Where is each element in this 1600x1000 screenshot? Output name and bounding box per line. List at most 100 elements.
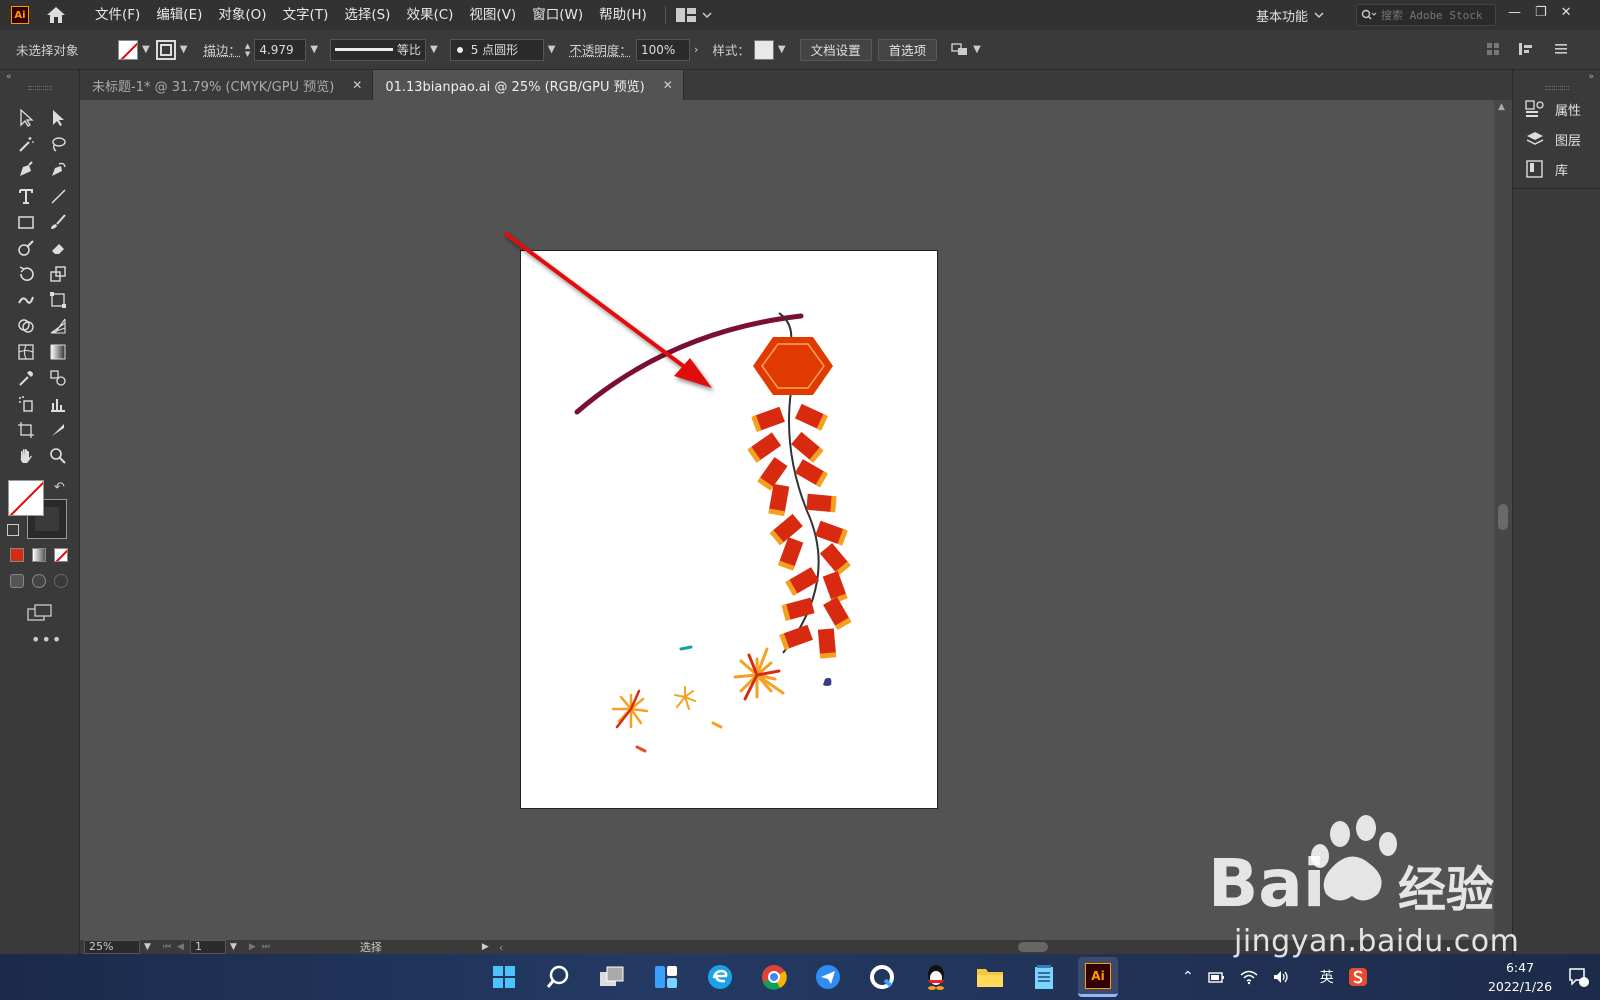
- quark-button[interactable]: [862, 957, 902, 997]
- stroke-profile-select[interactable]: 等比: [330, 38, 427, 61]
- menu-window[interactable]: 窗口(W): [524, 0, 591, 30]
- draw-inside-icon[interactable]: [54, 574, 68, 588]
- chevron-up-icon[interactable]: ▲: [245, 42, 250, 50]
- fill-color-swatch[interactable]: [8, 480, 44, 516]
- graphic-style-swatch[interactable]: [753, 39, 774, 60]
- chevron-down-icon[interactable]: ▼: [430, 44, 438, 55]
- transform-icon[interactable]: [1518, 42, 1536, 56]
- document-setup-button[interactable]: 文档设置: [799, 38, 872, 61]
- spark-burst-large[interactable]: [733, 647, 785, 701]
- tab-bianpao[interactable]: 01.13bianpao.ai @ 25% (RGB/GPU 预览) ✕: [373, 70, 684, 100]
- stock-search[interactable]: [1356, 4, 1496, 26]
- preferences-button[interactable]: 首选项: [877, 38, 938, 61]
- menu-file[interactable]: 文件(F): [87, 0, 148, 30]
- chevron-down-icon[interactable]: ▼: [778, 44, 786, 55]
- lasso-tool-icon[interactable]: [42, 132, 74, 156]
- default-fill-stroke-icon[interactable]: [7, 524, 19, 536]
- width-tool-icon[interactable]: [10, 288, 42, 312]
- chevron-down-icon[interactable]: ▼: [144, 942, 151, 952]
- pen-tool-icon[interactable]: [10, 158, 42, 182]
- symbol-sprayer-tool-icon[interactable]: [10, 392, 42, 416]
- widgets-button[interactable]: [646, 957, 686, 997]
- column-graph-tool-icon[interactable]: [42, 392, 74, 416]
- collapse-icon[interactable]: «: [6, 72, 12, 82]
- chrome-button[interactable]: [754, 957, 794, 997]
- edge-browser-button[interactable]: [700, 957, 740, 997]
- chevron-down-icon[interactable]: ▼: [548, 44, 556, 55]
- menu-type[interactable]: 文字(T): [275, 0, 337, 30]
- menu-help[interactable]: 帮助(H): [591, 0, 655, 30]
- panel-grip[interactable]: [1545, 86, 1569, 90]
- home-icon[interactable]: [45, 4, 67, 26]
- stroke-weight-input[interactable]: 4.979: [254, 38, 307, 61]
- system-clock[interactable]: 6:47 2022/1/26: [1472, 958, 1568, 996]
- libraries-panel-button[interactable]: 库: [1513, 154, 1600, 184]
- artboard-number-field[interactable]: 1: [189, 940, 226, 954]
- file-explorer-button[interactable]: [970, 957, 1010, 997]
- scroll-left-icon[interactable]: ‹: [499, 941, 503, 954]
- line-tool-icon[interactable]: [42, 184, 74, 208]
- selection-tool-icon[interactable]: [10, 106, 42, 130]
- magic-wand-tool-icon[interactable]: [10, 132, 42, 156]
- brush-select[interactable]: 5 点圆形: [449, 38, 544, 61]
- minimize-icon[interactable]: —: [1508, 5, 1521, 20]
- illustrator-taskbar-button[interactable]: Ai: [1078, 957, 1118, 997]
- arrange-icon[interactable]: [951, 42, 969, 58]
- status-menu-icon[interactable]: ▶: [482, 942, 489, 952]
- layers-panel-button[interactable]: 图层: [1513, 124, 1600, 154]
- qq-button[interactable]: [916, 957, 956, 997]
- properties-panel-button[interactable]: 属性: [1513, 94, 1600, 124]
- chevron-right-icon[interactable]: ›: [694, 43, 698, 56]
- start-button[interactable]: [484, 957, 524, 997]
- stock-search-input[interactable]: [1381, 8, 1491, 22]
- curvature-tool-icon[interactable]: [42, 158, 74, 182]
- zoom-tool-icon[interactable]: [42, 444, 74, 468]
- chevron-down-icon[interactable]: ▼: [142, 44, 150, 55]
- chevron-down-icon[interactable]: ▼: [310, 44, 318, 55]
- battery-plug-icon[interactable]: [1208, 969, 1226, 985]
- menu-view[interactable]: 视图(V): [461, 0, 524, 30]
- gradient-tool-icon[interactable]: [42, 340, 74, 364]
- input-method-indicator[interactable]: 英: [1320, 967, 1334, 987]
- chevron-down-icon[interactable]: ▼: [230, 942, 237, 952]
- menu-edit[interactable]: 编辑(E): [148, 0, 210, 30]
- red-confetti[interactable]: [635, 745, 647, 753]
- close-icon[interactable]: ✕: [663, 78, 673, 92]
- close-icon[interactable]: ✕: [352, 78, 362, 92]
- swap-fill-stroke-icon[interactable]: ↶: [54, 480, 65, 495]
- perspective-grid-tool-icon[interactable]: [42, 314, 74, 338]
- screen-mode-icon[interactable]: [27, 604, 53, 622]
- opacity-label[interactable]: 不透明度：: [569, 40, 632, 59]
- taskbar-search-button[interactable]: [538, 957, 578, 997]
- free-transform-tool-icon[interactable]: [42, 288, 74, 312]
- vertical-scroll-thumb[interactable]: [1498, 504, 1508, 530]
- hand-tool-icon[interactable]: [10, 444, 42, 468]
- shaper-tool-icon[interactable]: [10, 236, 42, 260]
- spark-burst-small-2[interactable]: [674, 686, 696, 710]
- align-icon[interactable]: [1486, 42, 1500, 56]
- close-icon[interactable]: ✕: [1561, 5, 1572, 20]
- menu-object[interactable]: 对象(O): [210, 0, 274, 30]
- chevron-down-icon[interactable]: ▼: [245, 50, 250, 58]
- mesh-tool-icon[interactable]: [10, 340, 42, 364]
- wifi-icon[interactable]: [1240, 969, 1258, 985]
- blend-tool-icon[interactable]: [42, 366, 74, 390]
- orange-confetti[interactable]: [711, 721, 723, 729]
- task-view-button[interactable]: [592, 957, 632, 997]
- zoom-level-field[interactable]: 25%: [84, 940, 140, 954]
- panel-menu-icon[interactable]: [1554, 42, 1568, 56]
- more-tools-icon[interactable]: •••: [31, 630, 62, 649]
- direct-selection-tool-icon[interactable]: [42, 106, 74, 130]
- blue-confetti[interactable]: [823, 677, 832, 686]
- type-tool-icon[interactable]: [10, 184, 42, 208]
- restore-icon[interactable]: ❐: [1535, 5, 1547, 20]
- color-mode-icon[interactable]: [10, 548, 24, 562]
- stroke-label[interactable]: 描边：: [203, 40, 241, 59]
- artboard-nav-next-last[interactable]: ▶⏭: [249, 942, 276, 952]
- spark-burst-small-1[interactable]: [611, 689, 649, 729]
- menu-select[interactable]: 选择(S): [336, 0, 398, 30]
- fill-swatch[interactable]: [118, 39, 138, 60]
- artboard-nav-first-prev[interactable]: ⏮◀: [163, 942, 190, 952]
- rectangle-tool-icon[interactable]: [10, 210, 42, 234]
- workspace-switcher[interactable]: 基本功能: [1256, 0, 1324, 30]
